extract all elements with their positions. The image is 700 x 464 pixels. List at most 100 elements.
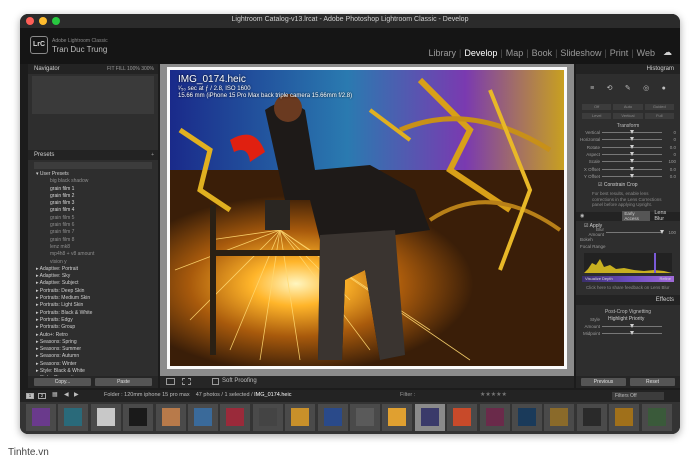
navigator-zoom-options[interactable]: FIT FILL 100% 300% bbox=[107, 64, 154, 74]
filmstrip-thumbnail[interactable] bbox=[641, 404, 672, 431]
filmstrip-thumbnail[interactable] bbox=[479, 404, 510, 431]
filmstrip-thumbnail[interactable] bbox=[447, 404, 478, 431]
loupe-view-icon[interactable] bbox=[166, 378, 175, 385]
upright-guided-button[interactable]: Guided bbox=[644, 104, 674, 110]
filmstrip-thumbnail[interactable] bbox=[512, 404, 542, 431]
preset-group-user[interactable]: ▾ User Presets bbox=[28, 171, 158, 178]
basic-panel-icon[interactable]: ≡ bbox=[590, 85, 594, 92]
preset-group[interactable]: ▸ Portraits: Medium Skin bbox=[28, 295, 158, 302]
bokeh-row[interactable]: Bokeh bbox=[576, 236, 680, 243]
upright-off-button[interactable]: Off bbox=[582, 104, 612, 110]
lens-blur-feedback-link[interactable]: Click here to share feedback on Lens Blu… bbox=[576, 285, 680, 290]
filmstrip-thumbnail[interactable] bbox=[252, 404, 283, 431]
slider-track[interactable] bbox=[602, 144, 662, 149]
preset-group[interactable]: ▸ Seasons: Autumn bbox=[28, 353, 158, 360]
transform-slider-x-offset[interactable]: X Offset 0.0 bbox=[576, 165, 680, 172]
vignette-midpoint-slider[interactable]: Midpoint bbox=[576, 330, 680, 337]
before-after-view-icon[interactable] bbox=[182, 378, 191, 385]
heal-icon[interactable]: ✎ bbox=[625, 84, 631, 92]
preset-group[interactable]: ▸ Portraits: Light Skin bbox=[28, 302, 158, 309]
filmstrip-thumbnail[interactable] bbox=[544, 404, 575, 431]
rating-filter-stars[interactable]: ★★★★★ bbox=[480, 391, 507, 398]
filmstrip-thumbnail[interactable] bbox=[609, 404, 640, 431]
preset-group[interactable]: ▸ Portraits: Black & White bbox=[28, 310, 158, 317]
slider-knob[interactable] bbox=[630, 130, 634, 135]
module-map[interactable]: Map bbox=[504, 48, 526, 58]
slider-track[interactable] bbox=[602, 166, 662, 171]
transform-slider-rotate[interactable]: Rotate 0.0 bbox=[576, 144, 680, 151]
filters-off-dropdown[interactable]: Filters Off bbox=[612, 392, 664, 400]
filmstrip-page-2[interactable]: 2 bbox=[38, 393, 46, 399]
preset-item[interactable]: big black shadow bbox=[28, 178, 158, 185]
histogram-header[interactable]: Histogram bbox=[576, 64, 680, 74]
filmstrip-thumbnail[interactable] bbox=[123, 404, 154, 431]
module-slideshow[interactable]: Slideshow bbox=[558, 48, 603, 58]
upright-level-button[interactable]: Level bbox=[582, 113, 612, 119]
filmstrip-thumbnail[interactable] bbox=[155, 404, 186, 431]
blur-amount-slider[interactable]: Blur Amount 100 bbox=[576, 227, 680, 237]
module-print[interactable]: Print bbox=[608, 48, 631, 58]
preset-item[interactable]: grain film 2 bbox=[28, 193, 158, 200]
preset-item[interactable]: grain film 1 bbox=[28, 186, 158, 193]
preset-item[interactable]: grain film 4 bbox=[28, 207, 158, 214]
filmstrip-thumbnail[interactable] bbox=[317, 404, 348, 431]
forward-arrow-icon[interactable]: ▶ bbox=[74, 391, 79, 398]
filmstrip-thumbnail[interactable] bbox=[576, 404, 607, 431]
cloud-sync-icon[interactable]: ☁ bbox=[663, 47, 672, 58]
focal-range-row[interactable]: Focal Range bbox=[576, 243, 680, 250]
reset-button[interactable]: Reset bbox=[630, 378, 675, 386]
preset-group[interactable]: ▸ Seasons: Winter bbox=[28, 361, 158, 368]
filmstrip-thumbnail[interactable] bbox=[188, 404, 218, 431]
vignette-style-value[interactable]: Highlight Priority bbox=[602, 316, 644, 322]
filmstrip-thumbnail[interactable] bbox=[90, 404, 121, 431]
preset-search-field[interactable] bbox=[34, 162, 152, 169]
preset-group[interactable]: ▸ Portraits: Deep Skin bbox=[28, 288, 158, 295]
transform-slider-vertical[interactable]: Vertical 0 bbox=[576, 129, 680, 136]
soft-proofing-checkbox[interactable] bbox=[212, 378, 219, 385]
vignette-amount-slider[interactable]: Amount bbox=[576, 323, 680, 330]
navigator-preview[interactable] bbox=[32, 76, 154, 114]
module-develop[interactable]: Develop bbox=[462, 48, 499, 58]
effects-header[interactable]: Effects bbox=[576, 295, 680, 306]
preset-group[interactable]: ▸ Seasons: Summer bbox=[28, 346, 158, 353]
slider-knob[interactable] bbox=[630, 159, 634, 164]
upright-auto-button[interactable]: Auto bbox=[613, 104, 643, 110]
slider-knob[interactable] bbox=[630, 173, 634, 178]
back-arrow-icon[interactable]: ◀ bbox=[64, 391, 69, 398]
depth-histogram[interactable] bbox=[584, 253, 672, 274]
slider-track[interactable] bbox=[602, 130, 662, 135]
preset-group[interactable]: ▸ Style: Black & White bbox=[28, 368, 158, 375]
slider-track[interactable] bbox=[602, 159, 662, 164]
preset-item[interactable]: grain film 5 bbox=[28, 215, 158, 222]
panel-eye-icon[interactable]: ◉ bbox=[580, 213, 584, 219]
module-web[interactable]: Web bbox=[635, 48, 657, 58]
visualize-depth-toggle[interactable]: Visualize Depth Refine bbox=[582, 276, 674, 283]
slider-knob[interactable] bbox=[630, 144, 634, 149]
filmstrip-thumbnail[interactable] bbox=[414, 404, 445, 431]
filmstrip-thumbnail[interactable] bbox=[285, 404, 316, 431]
upright-full-button[interactable]: Full bbox=[644, 113, 674, 119]
preset-group[interactable]: ▸ Auto+: Retro bbox=[28, 332, 158, 339]
preset-group[interactable]: ▸ Adaptive: Portrait bbox=[28, 266, 158, 273]
slider-track[interactable] bbox=[602, 137, 662, 142]
add-preset-icon[interactable]: + bbox=[151, 150, 154, 160]
module-book[interactable]: Book bbox=[530, 48, 555, 58]
navigator-header[interactable]: Navigator FIT FILL 100% 300% bbox=[28, 64, 158, 74]
module-library[interactable]: Library bbox=[426, 48, 458, 58]
upright-vertical-button[interactable]: Vertical bbox=[613, 113, 643, 119]
crop-icon[interactable]: ⟲ bbox=[607, 84, 613, 92]
filmstrip-thumbnail[interactable] bbox=[58, 404, 89, 431]
transform-slider-y-offset[interactable]: Y Offset 0.0 bbox=[576, 173, 680, 180]
vignette-style-row[interactable]: Style Highlight Priority bbox=[576, 315, 680, 322]
preset-item[interactable]: grain film 3 bbox=[28, 200, 158, 207]
filmstrip-thumbnail[interactable] bbox=[26, 404, 56, 431]
lens-blur-header[interactable]: ◉ Early Access Lens Blur bbox=[576, 210, 680, 222]
transform-slider-scale[interactable]: Scale 100 bbox=[576, 158, 680, 165]
preset-group[interactable]: ▸ Portraits: Edgy bbox=[28, 317, 158, 324]
preset-item[interactable]: mp4h8 + v8 amount bbox=[28, 251, 158, 258]
refine-label[interactable]: Refine bbox=[659, 276, 671, 282]
slider-knob[interactable] bbox=[630, 166, 634, 171]
preset-item[interactable]: grain film 8 bbox=[28, 237, 158, 244]
transform-slider-horizontal[interactable]: Horizontal 0 bbox=[576, 136, 680, 143]
redeye-icon[interactable]: ◎ bbox=[643, 84, 649, 92]
